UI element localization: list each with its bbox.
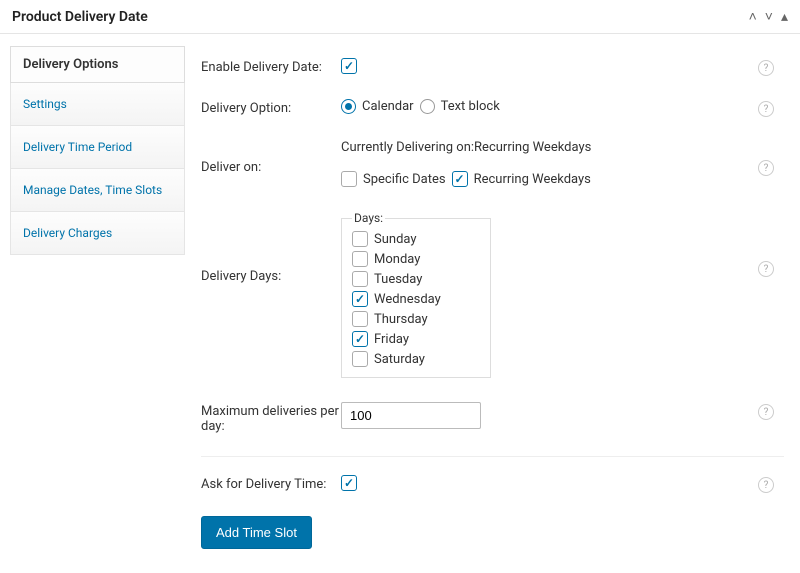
row-delivery-option: Delivery Option: Calendar Text block ? <box>201 87 784 128</box>
day-row-monday: Monday <box>352 249 480 269</box>
label-enable-delivery: Enable Delivery Date: <box>201 58 341 75</box>
label-specific-dates: Specific Dates <box>363 172 446 187</box>
input-max-deliveries[interactable] <box>341 402 481 429</box>
toggle-icon[interactable]: ▴ <box>781 9 788 25</box>
days-legend: Days: <box>352 211 385 225</box>
help-icon[interactable]: ? <box>758 160 774 176</box>
label-saturday: Saturday <box>374 352 425 367</box>
day-row-thursday: Thursday <box>352 309 480 329</box>
help-icon[interactable]: ? <box>758 101 774 117</box>
status-prefix: Currently Delivering on: <box>341 140 474 155</box>
checkbox-ask-delivery-time[interactable] <box>341 475 357 491</box>
row-deliver-on: Deliver on: Currently Delivering on:Recu… <box>201 128 784 199</box>
label-tuesday: Tuesday <box>374 272 422 287</box>
help-icon[interactable]: ? <box>758 60 774 76</box>
radio-calendar-label: Calendar <box>362 99 414 114</box>
label-thursday: Thursday <box>374 312 428 327</box>
checkbox-tuesday[interactable] <box>352 271 368 287</box>
radio-textblock-label: Text block <box>441 99 500 114</box>
sidebar-item-settings[interactable]: Settings <box>10 83 185 126</box>
panel-title: Product Delivery Date <box>12 9 148 25</box>
status-value: Recurring Weekdays <box>474 140 591 155</box>
checkbox-sunday[interactable] <box>352 231 368 247</box>
day-row-wednesday: Wednesday <box>352 289 480 309</box>
day-row-sunday: Sunday <box>352 229 480 249</box>
label-ask-delivery-time: Ask for Delivery Time: <box>201 475 341 492</box>
sidebar: Delivery Options Settings Delivery Time … <box>10 46 185 549</box>
label-max-deliveries: Maximum deliveries per day: <box>201 402 341 434</box>
panel-actions: ˄ ˅ ▴ <box>749 8 788 25</box>
checkbox-recurring-weekdays[interactable] <box>452 171 468 187</box>
checkbox-saturday[interactable] <box>352 351 368 367</box>
add-time-slot-button[interactable]: Add Time Slot <box>201 516 312 549</box>
deliver-on-status: Currently Delivering on:Recurring Weekda… <box>341 140 784 155</box>
checkbox-specific-dates[interactable] <box>341 171 357 187</box>
row-ask-delivery-time: Ask for Delivery Time: ? <box>201 463 784 504</box>
sidebar-heading: Delivery Options <box>10 46 185 83</box>
label-deliver-on: Deliver on: <box>201 140 341 175</box>
panel-header: Product Delivery Date ˄ ˅ ▴ <box>0 0 800 34</box>
radio-calendar[interactable] <box>341 99 356 114</box>
label-delivery-days: Delivery Days: <box>201 211 341 284</box>
collapse-up-icon[interactable]: ˄ <box>749 8 757 25</box>
label-sunday: Sunday <box>374 232 417 247</box>
sidebar-item-manage-dates[interactable]: Manage Dates, Time Slots <box>10 169 185 212</box>
label-wednesday: Wednesday <box>374 292 441 307</box>
label-monday: Monday <box>374 252 420 267</box>
days-fieldset: Days: Sunday Monday Tuesday <box>341 211 491 378</box>
row-delivery-days: Delivery Days: Days: Sunday Monday <box>201 199 784 390</box>
row-add-time-slot: Add Time Slot <box>201 504 784 549</box>
help-icon[interactable]: ? <box>758 261 774 277</box>
form-area: Enable Delivery Date: ? Delivery Option:… <box>195 46 790 549</box>
row-enable-delivery: Enable Delivery Date: ? <box>201 46 784 87</box>
product-delivery-panel: Product Delivery Date ˄ ˅ ▴ Delivery Opt… <box>0 0 800 573</box>
checkbox-friday[interactable] <box>352 331 368 347</box>
checkbox-thursday[interactable] <box>352 311 368 327</box>
label-delivery-option: Delivery Option: <box>201 99 341 116</box>
radio-textblock[interactable] <box>420 99 435 114</box>
checkbox-monday[interactable] <box>352 251 368 267</box>
label-recurring-weekdays: Recurring Weekdays <box>474 172 591 187</box>
day-row-saturday: Saturday <box>352 349 480 369</box>
collapse-down-icon[interactable]: ˅ <box>765 8 773 25</box>
label-friday: Friday <box>374 332 409 347</box>
day-row-friday: Friday <box>352 329 480 349</box>
checkbox-wednesday[interactable] <box>352 291 368 307</box>
day-row-tuesday: Tuesday <box>352 269 480 289</box>
help-icon[interactable]: ? <box>758 404 774 420</box>
sidebar-item-delivery-charges[interactable]: Delivery Charges <box>10 212 185 255</box>
help-icon[interactable]: ? <box>758 477 774 493</box>
checkbox-enable-delivery[interactable] <box>341 58 357 74</box>
panel-body: Delivery Options Settings Delivery Time … <box>0 34 800 573</box>
sidebar-item-delivery-time-period[interactable]: Delivery Time Period <box>10 126 185 169</box>
row-max-deliveries: Maximum deliveries per day: ? <box>201 390 784 457</box>
